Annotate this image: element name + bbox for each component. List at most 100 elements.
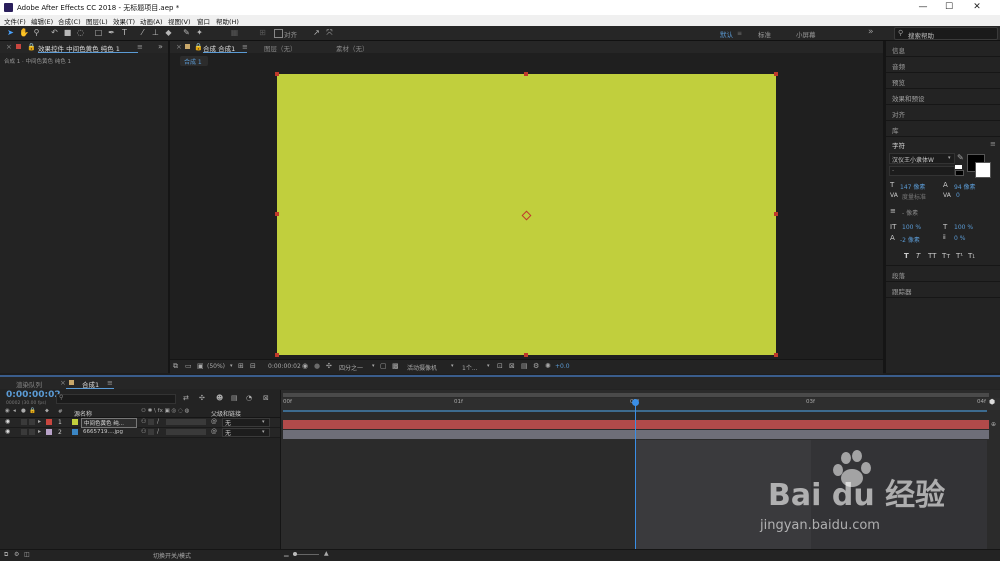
handle-top-center[interactable] — [524, 72, 528, 76]
baseline-shift-value[interactable]: -2 像素 — [900, 235, 920, 244]
lock-switch-icon[interactable]: 🔒 — [29, 408, 36, 414]
black-swatch[interactable] — [955, 170, 964, 176]
close-comp-tab-icon[interactable]: × — [176, 43, 182, 51]
time-graph[interactable]: 00f 01f 02f 03f 04f ⬢ ⊕ — [280, 390, 1000, 549]
tracking-value[interactable]: 0 — [956, 192, 960, 199]
font-style-dropdown[interactable]: - — [889, 166, 955, 176]
comp-lock-icon[interactable]: 🔒 — [194, 43, 203, 51]
source-name-header[interactable]: 源名称 — [74, 409, 92, 418]
views-chevron-icon[interactable]: ▾ — [487, 363, 490, 369]
video-switch-icon[interactable]: ◉ — [5, 408, 10, 414]
faux-italic-button[interactable]: T — [916, 252, 920, 260]
exposure-icon[interactable]: ✺ — [545, 362, 551, 370]
grid-icon[interactable]: ⊞ — [238, 362, 244, 370]
layer-1-switches[interactable] — [166, 419, 206, 425]
layer-tab[interactable]: 图层（无） — [264, 43, 297, 53]
panel-expand-icon[interactable]: » — [158, 42, 163, 51]
layer-2-duration-bar[interactable] — [283, 430, 989, 439]
leading-value[interactable]: 94 像素 — [954, 182, 976, 191]
zoom-dropdown[interactable]: (50%) — [207, 363, 225, 370]
always-preview-icon[interactable]: ⧉ — [173, 362, 178, 371]
toggle-switches-modes-button[interactable]: 切换开关/模式 — [153, 551, 191, 560]
flowchart-icon[interactable]: ⚙ — [533, 362, 539, 370]
tsume-value[interactable]: 0 % — [954, 235, 965, 242]
info-panel-header[interactable]: 信息 — [886, 41, 1000, 57]
snapping-icon[interactable]: ⊞ — [258, 28, 267, 37]
eraser-tool-icon[interactable]: ◆ — [164, 28, 173, 37]
workspace-default[interactable]: 默认 — [720, 29, 733, 39]
playhead-line[interactable] — [635, 404, 636, 549]
search-help-field[interactable]: ⚲ 搜索帮助 — [894, 27, 998, 40]
white-swatch[interactable] — [955, 165, 962, 169]
snap-features-icon[interactable]: ⤧ — [325, 28, 334, 37]
menu-effect[interactable]: 效果(T) — [113, 16, 135, 26]
layer-row-1[interactable]: ◉ ▸ 1 中间色黄色 纯... ⚇ / @ 无 ▾ — [0, 418, 280, 428]
horizontal-scale-value[interactable]: 100 % — [954, 224, 973, 231]
close-button[interactable]: ✕ — [966, 2, 988, 13]
align-checkbox[interactable] — [274, 29, 283, 38]
menu-edit[interactable]: 编辑(E) — [31, 16, 53, 26]
shy-layers-icon[interactable]: ☻ — [216, 394, 223, 402]
workspace-standard[interactable]: 标准 — [758, 29, 771, 39]
pen-tool-icon[interactable]: ✒ — [107, 28, 116, 37]
timeline-menu-icon[interactable]: ≡ — [107, 379, 113, 387]
timeline-icon[interactable]: ▤ — [521, 362, 528, 370]
layer-1-pickwhip-icon[interactable]: @ — [211, 418, 217, 425]
region-of-interest-icon[interactable]: ▢ — [380, 362, 387, 370]
handle-bottom-left[interactable] — [275, 353, 279, 357]
zoom-tool-icon[interactable]: ⚲ — [32, 28, 41, 37]
resolution-chevron-icon[interactable]: ▾ — [372, 363, 375, 369]
layer-2-switches[interactable] — [166, 429, 206, 435]
rotate-tool-icon[interactable]: ↶ — [50, 28, 59, 37]
menu-file[interactable]: 文件(F) — [4, 16, 26, 26]
handle-middle-left[interactable] — [275, 212, 279, 216]
clone-stamp-tool-icon[interactable]: ⊥ — [151, 28, 160, 37]
camera-tool-icon[interactable]: ■ — [63, 28, 72, 37]
fast-preview-icon[interactable]: ⊠ — [509, 362, 515, 370]
layer-1-visibility-icon[interactable]: ◉ — [5, 418, 10, 425]
color-channel-icon[interactable]: ✣ — [326, 362, 332, 370]
kerning-value[interactable]: 度量标准 — [902, 192, 926, 201]
zoom-out-icon[interactable]: ▁ — [284, 550, 289, 557]
handle-top-right[interactable] — [774, 72, 778, 76]
layer-1-expand-icon[interactable]: ▸ — [38, 418, 41, 425]
motion-blur-icon[interactable]: ◔ — [246, 394, 252, 402]
resolution-dropdown[interactable]: 四分之一 — [339, 363, 363, 372]
layer-1-shy-icon[interactable]: ⚇ — [141, 418, 146, 425]
parent-link-header[interactable]: 父级和链接 — [211, 409, 241, 418]
comp-menu-icon[interactable]: ≡ — [242, 43, 248, 51]
local-axis-icon[interactable]: ▦ — [230, 28, 239, 37]
subscript-button[interactable]: T₁ — [968, 252, 975, 260]
font-size-value[interactable]: 147 像素 — [900, 182, 925, 191]
layer-1-label-color[interactable] — [46, 419, 52, 425]
tracker-panel-header[interactable]: 跟踪器 — [886, 282, 1000, 298]
eyedropper-icon[interactable]: ✎ — [957, 153, 964, 162]
modes-toggle-icon[interactable]: ⚙ — [14, 551, 19, 558]
layer-2-shy-icon[interactable]: ⚇ — [141, 428, 146, 435]
selection-tool-icon[interactable]: ➤ — [6, 28, 15, 37]
workspace-more-button[interactable]: » — [868, 27, 874, 37]
exposure-value[interactable]: +0.0 — [555, 363, 570, 370]
lock-icon[interactable]: 🔒 — [27, 43, 36, 51]
menu-help[interactable]: 帮助(H) — [216, 16, 239, 26]
layer-2-name[interactable]: 6665719....jpg — [83, 429, 123, 435]
layer-search-field[interactable]: ⚲ — [56, 394, 176, 404]
layer-1-lock[interactable] — [29, 419, 35, 425]
camera-chevron-icon[interactable]: ▾ — [451, 363, 454, 369]
audio-switch-icon[interactable]: ◂ — [13, 408, 16, 414]
layer-1-parent-dropdown[interactable]: 无 ▾ — [222, 418, 270, 427]
vertical-scale-value[interactable]: 100 % — [902, 224, 921, 231]
layer-switches-icon[interactable]: ⧉ — [4, 551, 8, 559]
work-area-end-marker-icon[interactable]: ⬢ — [989, 398, 995, 406]
handle-bottom-center[interactable] — [524, 353, 528, 357]
menu-animation[interactable]: 动画(A) — [140, 16, 163, 26]
in-out-icon[interactable]: ◫ — [24, 551, 30, 558]
comp-subtab[interactable]: 合成 1 — [180, 56, 208, 66]
show-snapshot-icon[interactable]: ● — [314, 362, 320, 370]
all-caps-button[interactable]: TT — [928, 252, 936, 260]
snap-edges-icon[interactable]: ↗ — [312, 28, 321, 37]
guides-icon[interactable]: ⊟ — [250, 362, 256, 370]
layer-2-expand-icon[interactable]: ▸ — [38, 428, 41, 435]
minimize-button[interactable]: — — [912, 2, 934, 13]
current-time-indicator[interactable] — [632, 399, 639, 406]
